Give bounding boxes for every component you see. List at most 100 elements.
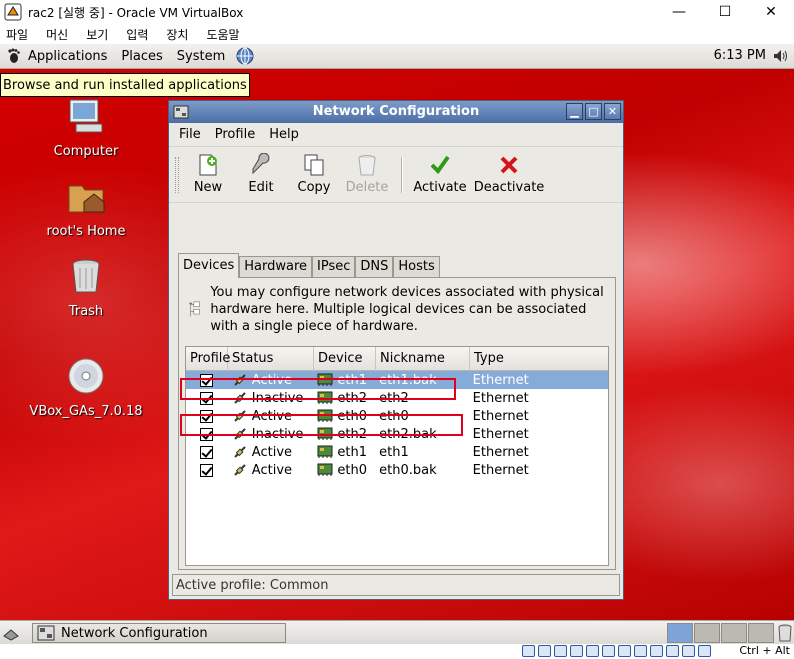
host-menu-view[interactable]: 보기: [86, 26, 108, 43]
activate-button[interactable]: Activate: [409, 153, 471, 195]
profile-checkbox[interactable]: [200, 445, 214, 459]
menu-help[interactable]: Help: [269, 127, 299, 142]
gnome-foot-icon: [8, 48, 20, 63]
bottom-panel: Network Configuration: [0, 620, 794, 644]
highlight-box-eth0-bak: [180, 414, 463, 436]
home-folder-icon: [68, 185, 105, 213]
workspace-2[interactable]: [694, 623, 720, 643]
host-menu-help[interactable]: 도움말: [206, 26, 239, 43]
host-status-bar: Ctrl + Alt: [0, 644, 794, 659]
guest-desktop: Applications Places System 6:13 PM Brows…: [0, 44, 794, 644]
workspace-1[interactable]: [667, 623, 693, 643]
display-icon[interactable]: [618, 645, 631, 657]
profile-checkbox-cell: [186, 443, 228, 461]
tab-devices[interactable]: Devices: [178, 253, 240, 278]
new-button[interactable]: New: [183, 153, 233, 195]
minimize-button[interactable]: —: [656, 0, 702, 24]
audio-icon[interactable]: [554, 645, 567, 657]
edit-button[interactable]: Edit: [233, 153, 289, 195]
wrench-icon: [252, 153, 270, 175]
desktop-icon-vbox-gas[interactable]: VBox_GAs_7.0.18: [26, 356, 146, 419]
menu-profile[interactable]: Profile: [215, 127, 255, 142]
taskbar-network-configuration[interactable]: Network Configuration: [32, 623, 286, 643]
plug-icon: [234, 464, 246, 476]
desktop-icon-computer[interactable]: Computer: [26, 96, 146, 159]
activate-label: Activate: [413, 180, 467, 195]
network-globe-icon[interactable]: [235, 46, 255, 66]
status-text: Active: [251, 444, 293, 460]
column-status[interactable]: Status: [228, 347, 314, 371]
trash-icon[interactable]: [776, 623, 794, 643]
info-box: You may configure network devices associ…: [185, 284, 609, 340]
optical-drive-icon[interactable]: [538, 645, 551, 657]
desktop-icon-label: Trash: [68, 304, 104, 319]
window-menubar: File Profile Help: [169, 123, 623, 147]
hard-disk-icon[interactable]: [522, 645, 535, 657]
recording-icon[interactable]: [634, 645, 647, 657]
device-text: eth1: [337, 444, 367, 460]
taskbar-label: Network Configuration: [61, 625, 208, 641]
system-menu[interactable]: System: [177, 49, 225, 64]
trash-icon: [72, 259, 100, 293]
tab-hardware[interactable]: Hardware: [239, 256, 312, 278]
places-menu[interactable]: Places: [121, 49, 162, 64]
window-titlebar[interactable]: Network Configuration ▁ □ ✕: [169, 101, 623, 123]
profile-checkbox[interactable]: [200, 463, 214, 477]
cpu-icon[interactable]: [650, 645, 663, 657]
host-menu-input[interactable]: 입력: [126, 26, 148, 43]
device-row[interactable]: Active eth1 eth1 Ethernet: [186, 443, 608, 461]
desktop-icon-label: root's Home: [46, 224, 126, 239]
type-cell: Ethernet: [472, 372, 529, 388]
tab-dns[interactable]: DNS: [355, 256, 394, 278]
tab-ipsec[interactable]: IPsec: [312, 256, 356, 278]
device-list-header: Profile Status Device Nickname Type: [186, 347, 608, 371]
window-maximize-button[interactable]: □: [585, 103, 602, 120]
clock[interactable]: 6:13 PM: [714, 48, 766, 63]
type-cell: Ethernet: [472, 462, 529, 478]
toolbar-separator: [401, 157, 403, 193]
network-icon[interactable]: [570, 645, 583, 657]
maximize-button[interactable]: ☐: [702, 0, 748, 24]
workspace-4[interactable]: [748, 623, 774, 643]
type-cell: Ethernet: [472, 444, 529, 460]
device-text: eth0: [337, 462, 367, 478]
host-menu-file[interactable]: 파일: [6, 26, 28, 43]
ethernet-card-icon: [317, 463, 333, 476]
menu-file[interactable]: File: [179, 127, 201, 142]
applications-tooltip: Browse and run installed applications: [0, 73, 250, 97]
toolbar-grip[interactable]: [175, 157, 179, 193]
delete-button[interactable]: Delete: [339, 153, 395, 195]
host-menu-devices[interactable]: 장치: [166, 26, 188, 43]
deactivate-button[interactable]: Deactivate: [471, 153, 547, 195]
mouse-integration-icon[interactable]: [666, 645, 679, 657]
profile-checkbox-cell: [186, 461, 228, 479]
arrow-down-icon[interactable]: [698, 645, 711, 657]
usb-icon[interactable]: [586, 645, 599, 657]
show-desktop-icon[interactable]: [2, 624, 20, 642]
close-button[interactable]: ✕: [748, 0, 794, 24]
status-text: Active: [251, 462, 293, 478]
applications-menu[interactable]: Applications: [28, 49, 107, 64]
column-profile[interactable]: Profile: [186, 347, 230, 371]
volume-icon[interactable]: [772, 47, 790, 65]
info-text: You may configure network devices associ…: [210, 285, 604, 334]
host-menu-machine[interactable]: 머신: [46, 26, 68, 43]
column-nickname[interactable]: Nickname: [376, 347, 470, 371]
window-minimize-button[interactable]: ▁: [566, 103, 583, 120]
desktop-icon-home[interactable]: root's Home: [26, 176, 146, 239]
tab-hosts[interactable]: Hosts: [393, 256, 440, 278]
network-config-icon: [37, 625, 55, 641]
host-menubar: 파일 머신 보기 입력 장치 도움말: [0, 24, 794, 44]
copy-button[interactable]: Copy: [289, 153, 339, 195]
copy-icon: [304, 154, 324, 176]
workspace-3[interactable]: [721, 623, 747, 643]
column-type[interactable]: Type: [470, 347, 608, 371]
desktop-icon-trash[interactable]: Trash: [26, 256, 146, 319]
window-close-button[interactable]: ✕: [604, 103, 621, 120]
shared-folders-icon[interactable]: [602, 645, 615, 657]
ethernet-card-icon: [317, 445, 333, 458]
keyboard-icon[interactable]: [682, 645, 695, 657]
desktop-icon-label: Computer: [53, 144, 119, 159]
column-device[interactable]: Device: [314, 347, 376, 371]
device-row[interactable]: Active eth0 eth0.bak Ethernet: [186, 461, 608, 479]
